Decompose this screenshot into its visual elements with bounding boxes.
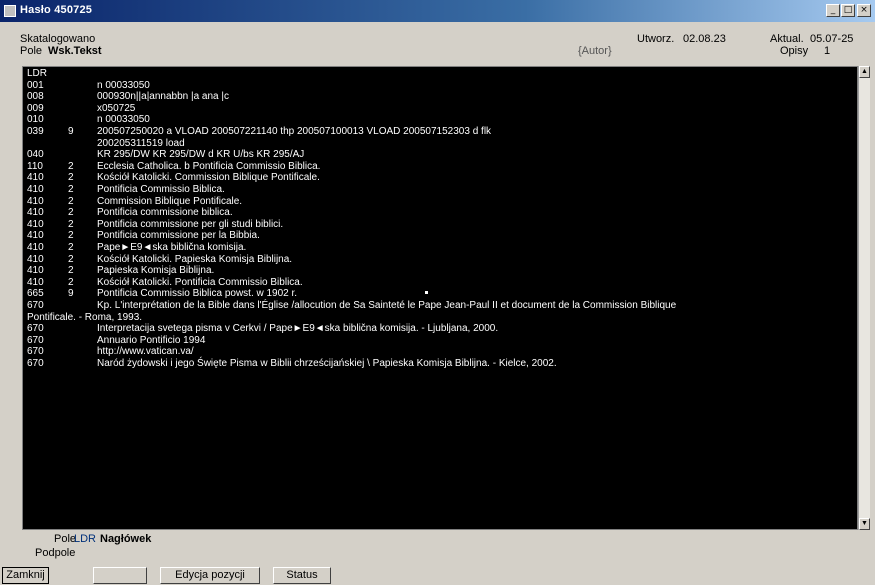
field-indicator: 2 xyxy=(68,218,74,230)
field-tag: 410 xyxy=(27,253,44,265)
field-content: Pontificia commissione per gli studi bib… xyxy=(97,218,284,230)
field-tag: 010 xyxy=(27,114,44,126)
field-tag: 410 xyxy=(27,207,44,219)
field-content: Pontificia Commissio Biblica. xyxy=(97,184,225,195)
field-indicator: 2 xyxy=(68,276,74,288)
utworz-label: Utworz. xyxy=(637,33,675,45)
field-tag: 670 xyxy=(27,358,44,369)
title-bar: Hasło 450725 _ □ × xyxy=(0,0,875,22)
field-indicator: 2 xyxy=(68,207,74,219)
footer-pole-label: Pole xyxy=(54,533,77,545)
minimize-icon[interactable]: _ xyxy=(826,4,840,17)
field-tag: 410 xyxy=(27,195,44,207)
field-tag: 410 xyxy=(27,242,44,253)
record-header: Skatalogowano Pole Wsk.Tekst Utworz. 02.… xyxy=(0,22,875,62)
field-indicator: 9 xyxy=(68,126,74,137)
status-button[interactable]: Status xyxy=(273,567,331,584)
field-tag: 008 xyxy=(27,91,44,103)
field-content: n 00033050 xyxy=(97,79,150,91)
field-indicator: 2 xyxy=(68,230,74,242)
window-title: Hasło 450725 xyxy=(20,4,93,16)
maximize-icon[interactable]: □ xyxy=(841,4,855,17)
field-tag: 001 xyxy=(27,79,44,91)
field-content: Commission Biblique Pontificale. xyxy=(97,195,243,207)
opisy-label: Opisy xyxy=(780,45,809,57)
autor-field: {Autor} xyxy=(578,45,612,57)
field-content: Interpretacija svetega pisma v Cerkvi / … xyxy=(97,323,499,335)
field-tag: 670 xyxy=(27,323,44,335)
field-indicator: 2 xyxy=(68,184,74,195)
field-content: x050725 xyxy=(97,102,136,114)
field-content: Pontificale. - Roma, 1993. xyxy=(27,311,143,323)
footer-pole-value: LDR xyxy=(74,533,97,545)
close-button[interactable]: Zamknij xyxy=(2,567,49,584)
field-indicator: 2 xyxy=(68,265,74,277)
field-indicator: 2 xyxy=(68,242,74,253)
utworz-value: 02.08.23 xyxy=(683,33,726,45)
vertical-scrollbar[interactable]: ▲ ▼ xyxy=(858,66,870,530)
field-content: Naród żydowski i jego Święte Pisma w Bib… xyxy=(97,358,557,369)
field-content: Kościół Katolicki. Pontificia Commissio … xyxy=(97,276,303,288)
field-tag: 665 xyxy=(27,288,44,300)
field-tag: 009 xyxy=(27,102,44,114)
pole-value: Wsk.Tekst xyxy=(48,45,102,57)
field-content: Kościół Katolicki. Papieska Komisja Bibl… xyxy=(97,253,293,265)
edit-item-button[interactable]: Edycja pozycji xyxy=(160,567,260,584)
field-content: Pontificia commissione per la Bibbia. xyxy=(97,230,260,242)
field-content: 200205311519 load xyxy=(97,137,185,149)
field-indicator: 2 xyxy=(68,253,74,265)
field-content: Kościół Katolicki. Commission Biblique P… xyxy=(97,172,320,184)
field-tag: 410 xyxy=(27,276,44,288)
field-content: Pontificia Commissio Biblica powst. w 19… xyxy=(97,288,298,300)
field-content: Annuario Pontificio 1994 xyxy=(97,334,206,346)
button-bar: Zamknij Edycja pozycji Status xyxy=(0,565,875,585)
app-icon xyxy=(4,5,16,17)
opisy-value: 1 xyxy=(824,45,831,57)
field-tag: 110 xyxy=(27,160,43,172)
aktual-value: 05.07-25 xyxy=(810,33,854,45)
field-tag: 410 xyxy=(27,184,44,195)
field-content: Pontificia commissione biblica. xyxy=(97,207,233,219)
field-tag: LDR xyxy=(27,68,48,79)
field-content: Papieska Komisja Biblijna. xyxy=(97,265,215,277)
pole-label: Pole xyxy=(20,45,43,57)
scroll-up-icon[interactable]: ▲ xyxy=(859,66,870,78)
field-indicator: 9 xyxy=(68,288,74,300)
footer-pole-desc: Nagłówek xyxy=(100,533,152,545)
scroll-down-icon[interactable]: ▼ xyxy=(859,518,870,530)
field-content: Pape►E9◄ska biblična komisija. xyxy=(97,242,247,253)
field-indicator: 2 xyxy=(68,160,74,172)
field-content: KR 295/DW KR 295/DW d KR U/bs KR 295/AJ xyxy=(97,149,305,161)
field-content: http://www.vatican.va/ xyxy=(97,346,194,358)
field-tag: 410 xyxy=(27,230,44,242)
podpole-label: Podpole xyxy=(35,547,76,559)
field-content: Kp. L'interprétation de la Bible dans l'… xyxy=(97,300,677,311)
field-indicator: 2 xyxy=(68,195,74,207)
field-content: 200507250020 a VLOAD 200507221140 thp 20… xyxy=(97,126,492,137)
field-tag: 040 xyxy=(27,149,44,161)
record-display[interactable]: LDR 001 n 00033050 008 000930n||a|annabbn |a… xyxy=(22,66,858,530)
aktual-label: Aktual. xyxy=(770,33,804,45)
field-tag: 410 xyxy=(27,265,44,277)
field-tag: 670 xyxy=(27,346,44,358)
field-info: Pole LDR Nagłówek Podpole xyxy=(0,530,875,564)
text-cursor xyxy=(425,291,428,294)
disabled-button xyxy=(93,567,147,584)
close-icon[interactable]: × xyxy=(857,4,871,17)
field-content: Ecclesia Catholica. b Pontificia Commiss… xyxy=(97,160,321,172)
field-content: 000930n||a|annabbn |a ana |c xyxy=(97,91,229,103)
field-indicator: 2 xyxy=(68,172,74,184)
status-text: Skatalogowano xyxy=(20,33,96,45)
field-tag: 670 xyxy=(27,300,44,311)
field-tag: 410 xyxy=(27,218,44,230)
field-tag: 039 xyxy=(27,126,44,137)
field-content: n 00033050 xyxy=(97,114,150,126)
field-tag: 670 xyxy=(27,334,44,346)
field-tag: 410 xyxy=(27,172,44,184)
